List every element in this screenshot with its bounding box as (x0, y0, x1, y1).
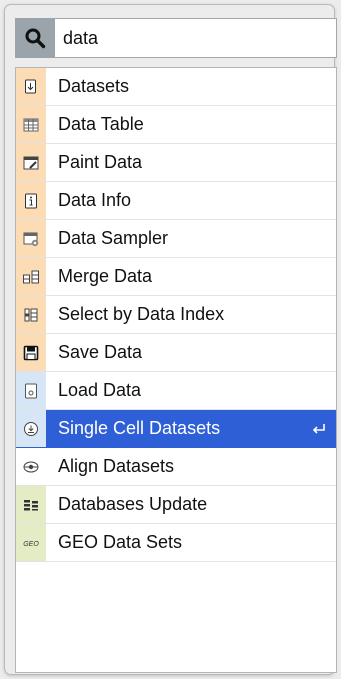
results-list: Datasets Data Table Paint Data Data Info Dat… (15, 67, 337, 673)
list-item[interactable]: Databases Update (16, 486, 336, 524)
list-item[interactable]: Single Cell Datasets (16, 410, 336, 448)
database-icon (16, 486, 46, 523)
sampler-icon (16, 220, 46, 257)
list-item[interactable]: GEO GEO Data Sets (16, 524, 336, 562)
list-item-label: Data Table (58, 114, 144, 134)
paint-icon (16, 144, 46, 181)
list-item[interactable]: Data Table (16, 106, 336, 144)
circle-download-icon (16, 410, 46, 447)
list-item[interactable]: Load Data (16, 372, 336, 410)
search-icon (25, 28, 46, 49)
geo-icon: GEO (16, 524, 46, 561)
merge-icon (16, 258, 46, 295)
save-icon (16, 334, 46, 371)
file-icon (16, 372, 46, 409)
list-item[interactable]: Align Datasets (16, 448, 336, 486)
list-item[interactable]: Paint Data (16, 144, 336, 182)
list-item[interactable]: Merge Data (16, 258, 336, 296)
table-icon (16, 106, 46, 143)
list-item[interactable]: Data Info (16, 182, 336, 220)
list-item[interactable]: Select by Data Index (16, 296, 336, 334)
list-item-label: Align Datasets (58, 456, 175, 476)
list-item-label: Databases Update (58, 494, 208, 514)
list-item-label: Single Cell Datasets (58, 418, 221, 438)
select-index-icon (16, 296, 46, 333)
search-button[interactable] (15, 18, 55, 58)
list-item-label: Data Info (58, 190, 132, 210)
list-item-label: Save Data (58, 342, 143, 362)
list-item-label: Load Data (58, 380, 142, 400)
widget-search-popup: Datasets Data Table Paint Data Data Info Dat… (4, 4, 337, 675)
list-item[interactable]: Data Sampler (16, 220, 336, 258)
file-download-icon (16, 68, 46, 105)
info-icon (16, 182, 46, 219)
list-item-label: Data Sampler (58, 228, 169, 248)
list-item[interactable]: Datasets (16, 68, 336, 106)
list-item-label: Select by Data Index (58, 304, 225, 324)
search-input[interactable] (55, 19, 336, 57)
list-item[interactable]: Save Data (16, 334, 336, 372)
search-input-wrap (55, 18, 337, 58)
list-item-label: Merge Data (58, 266, 153, 286)
return-key-icon (306, 422, 332, 436)
list-item-label: GEO Data Sets (58, 532, 183, 552)
align-icon (16, 448, 46, 485)
search-bar (15, 18, 337, 58)
list-item-label: Datasets (58, 76, 130, 96)
svg-text:GEO: GEO (23, 541, 39, 548)
list-item-label: Paint Data (58, 152, 143, 172)
